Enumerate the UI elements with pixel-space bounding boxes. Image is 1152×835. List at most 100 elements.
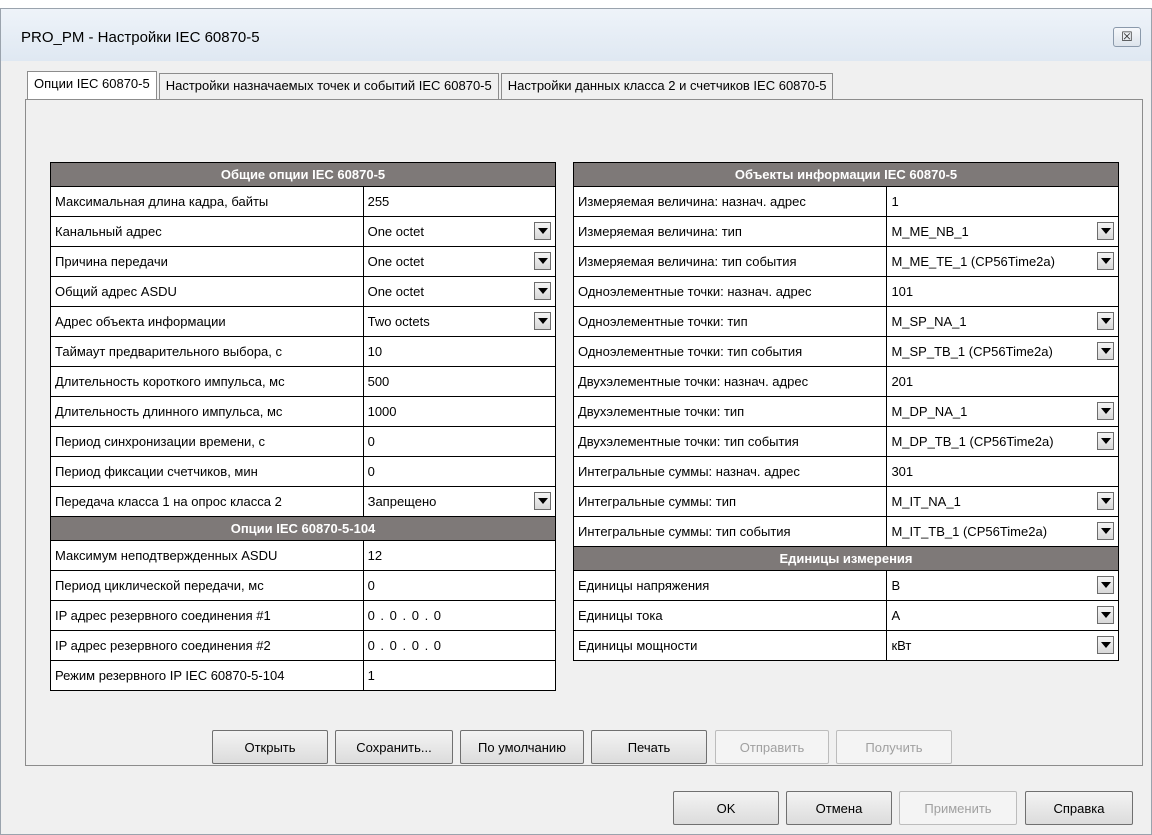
receive-button[interactable]: Получить — [836, 730, 952, 764]
table-row: Единицы тока А — [572, 600, 1119, 631]
table-row: Интегральные суммы: тип M_IT_NA_1 — [572, 486, 1119, 517]
table-row: Максимальная длина кадра, байты 255 — [50, 186, 557, 217]
chevron-down-icon[interactable] — [534, 312, 551, 330]
tab-iec-options[interactable]: Опции IEC 60870-5 — [27, 71, 157, 99]
table-row: Одноэлементные точки: тип M_SP_NA_1 — [572, 306, 1119, 337]
single-point-event-type-select[interactable]: M_SP_TB_1 (CP56Time2a) — [886, 336, 1119, 367]
max-frame-length-input[interactable]: 255 — [362, 186, 557, 217]
chevron-down-icon[interactable] — [534, 222, 551, 240]
measured-address-input[interactable]: 1 — [886, 186, 1119, 217]
class1-on-class2-select[interactable]: Запрещено — [362, 486, 557, 517]
row-label: Одноэлементные точки: тип события — [572, 336, 888, 367]
table-row: Режим резервного IP IEC 60870-5-104 1 — [50, 660, 557, 691]
open-button[interactable]: Открыть — [212, 730, 328, 764]
help-button[interactable]: Справка — [1025, 791, 1133, 825]
row-label: Максимальная длина кадра, байты — [50, 186, 364, 217]
table-row: Одноэлементные точки: тип события M_SP_T… — [572, 336, 1119, 367]
row-label: Канальный адрес — [50, 216, 364, 247]
double-point-address-input[interactable]: 201 — [886, 366, 1119, 397]
chevron-down-icon[interactable] — [1097, 252, 1114, 270]
chevron-down-icon[interactable] — [1097, 222, 1114, 240]
table-row: Таймаут предварительного выбора, с 10 — [50, 336, 557, 367]
counter-freeze-period-input[interactable]: 0 — [362, 456, 557, 487]
long-pulse-input[interactable]: 1000 — [362, 396, 557, 427]
row-label: Максимум неподтвержденных ASDU — [50, 540, 364, 571]
link-address-select[interactable]: One octet — [362, 216, 557, 247]
chevron-down-icon[interactable] — [1097, 492, 1114, 510]
single-point-type-select[interactable]: M_SP_NA_1 — [886, 306, 1119, 337]
table-row: Одноэлементные точки: назнач. адрес 101 — [572, 276, 1119, 307]
units-header: Единицы измерения — [573, 546, 1119, 571]
short-pulse-input[interactable]: 500 — [362, 366, 557, 397]
chevron-down-icon[interactable] — [1097, 312, 1114, 330]
backup-ip-2-input[interactable]: 0 . 0 . 0 . 0 — [362, 630, 557, 661]
backup-ip-1-input[interactable]: 0 . 0 . 0 . 0 — [362, 600, 557, 631]
table-row: Длительность длинного импульса, мс 1000 — [50, 396, 557, 427]
current-units-select[interactable]: А — [886, 600, 1119, 631]
row-label: Интегральные суммы: тип события — [572, 516, 888, 547]
opts104-header: Опции IEC 60870-5-104 — [50, 516, 556, 541]
close-icon[interactable]: ☒ — [1121, 29, 1133, 45]
cancel-button[interactable]: Отмена — [786, 791, 892, 825]
table-row: Период циклической передачи, мс 0 — [50, 570, 557, 601]
defaults-button[interactable]: По умолчанию — [460, 730, 584, 764]
time-sync-period-input[interactable]: 0 — [362, 426, 557, 457]
chevron-down-icon[interactable] — [1097, 432, 1114, 450]
chevron-down-icon[interactable] — [1097, 402, 1114, 420]
table-row: Период фиксации счетчиков, мин 0 — [50, 456, 557, 487]
close-button[interactable]: ☒ — [1113, 27, 1141, 47]
select-value: M_ME_NB_1 — [891, 224, 969, 239]
save-button[interactable]: Сохранить... — [335, 730, 453, 764]
select-value: M_IT_NA_1 — [891, 494, 961, 509]
select-timeout-input[interactable]: 10 — [362, 336, 557, 367]
measured-event-type-select[interactable]: M_ME_TE_1 (CP56Time2a) — [886, 246, 1119, 277]
integrated-totals-event-type-select[interactable]: M_IT_TB_1 (CP56Time2a) — [886, 516, 1119, 547]
row-label: IP адрес резервного соединения #2 — [50, 630, 364, 661]
cyclic-period-input[interactable]: 0 — [362, 570, 557, 601]
double-point-event-type-select[interactable]: M_DP_TB_1 (CP56Time2a) — [886, 426, 1119, 457]
chevron-down-icon[interactable] — [534, 252, 551, 270]
chevron-down-icon[interactable] — [1097, 522, 1114, 540]
row-label: Одноэлементные точки: тип — [572, 306, 888, 337]
voltage-units-select[interactable]: В — [886, 570, 1119, 601]
tab-class2-counters[interactable]: Настройки данных класса 2 и счетчиков IE… — [500, 73, 834, 99]
table-row: Интегральные суммы: назнач. адрес 301 — [572, 456, 1119, 487]
info-objects-header: Объекты информации IEC 60870-5 — [573, 162, 1119, 187]
send-button[interactable]: Отправить — [715, 730, 829, 764]
chevron-down-icon[interactable] — [534, 492, 551, 510]
table-row: Общий адрес ASDU One octet — [50, 276, 557, 307]
row-label: Единицы напряжения — [572, 570, 888, 601]
single-point-address-input[interactable]: 101 — [886, 276, 1119, 307]
print-button[interactable]: Печать — [591, 730, 707, 764]
table-row: Измеряемая величина: назнач. адрес 1 — [572, 186, 1119, 217]
backup-ip-mode-input[interactable]: 1 — [362, 660, 557, 691]
integrated-totals-type-select[interactable]: M_IT_NA_1 — [886, 486, 1119, 517]
select-value: Two octets — [367, 314, 430, 329]
select-value: M_SP_TB_1 (CP56Time2a) — [891, 344, 1053, 359]
chevron-down-icon[interactable] — [1097, 606, 1114, 624]
row-label: Единицы тока — [572, 600, 888, 631]
table-row: Единицы мощности кВт — [572, 630, 1119, 661]
row-label: Таймаут предварительного выбора, с — [50, 336, 364, 367]
cause-of-transmission-select[interactable]: One octet — [362, 246, 557, 277]
asdu-address-select[interactable]: One octet — [362, 276, 557, 307]
chevron-down-icon[interactable] — [1097, 342, 1114, 360]
apply-button[interactable]: Применить — [899, 791, 1017, 825]
max-unconfirmed-asdu-input[interactable]: 12 — [362, 540, 557, 571]
table-row: Длительность короткого импульса, мс 500 — [50, 366, 557, 397]
integrated-totals-address-input[interactable]: 301 — [886, 456, 1119, 487]
power-units-select[interactable]: кВт — [886, 630, 1119, 661]
double-point-type-select[interactable]: M_DP_NA_1 — [886, 396, 1119, 427]
row-label: Общий адрес ASDU — [50, 276, 364, 307]
row-label: Измеряемая величина: назнач. адрес — [572, 186, 888, 217]
chevron-down-icon[interactable] — [1097, 636, 1114, 654]
tab-assignable-points[interactable]: Настройки назначаемых точек и событий IE… — [158, 73, 499, 99]
ioa-address-select[interactable]: Two octets — [362, 306, 557, 337]
ok-button[interactable]: OK — [673, 791, 779, 825]
chevron-down-icon[interactable] — [1097, 576, 1114, 594]
measured-type-select[interactable]: M_ME_NB_1 — [886, 216, 1119, 247]
chevron-down-icon[interactable] — [534, 282, 551, 300]
row-label: Двухэлементные точки: тип события — [572, 426, 888, 457]
select-value: M_DP_TB_1 (CP56Time2a) — [891, 434, 1054, 449]
row-label: Длительность короткого импульса, мс — [50, 366, 364, 397]
